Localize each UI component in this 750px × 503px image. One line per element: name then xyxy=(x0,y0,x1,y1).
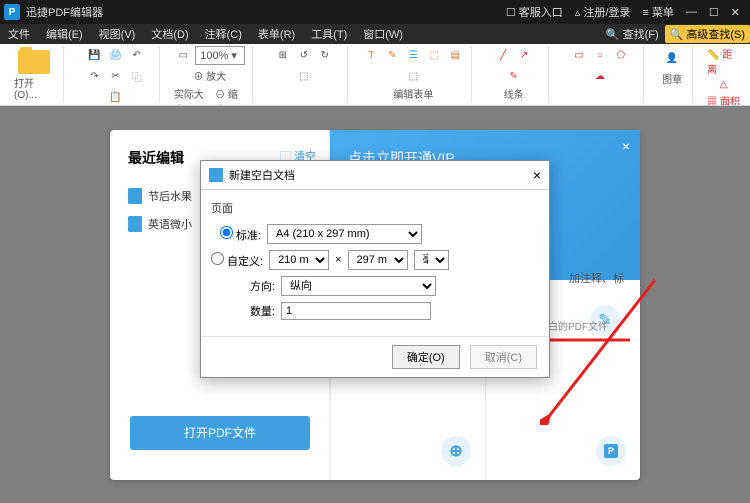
unit-select[interactable]: 毫米 xyxy=(414,250,449,270)
dialog-icon xyxy=(209,168,223,182)
times-label: × xyxy=(335,254,341,266)
ok-button[interactable]: 确定(O) xyxy=(392,345,460,369)
note-icon[interactable]: ▤ xyxy=(446,46,464,64)
custom-radio[interactable] xyxy=(211,252,224,265)
menu-tools[interactable]: 工具(T) xyxy=(303,26,355,42)
folder-icon xyxy=(18,50,50,74)
menu-window[interactable]: 窗口(W) xyxy=(355,26,411,42)
dialog-close-button[interactable]: × xyxy=(533,167,541,183)
highlight-icon[interactable]: ☰ xyxy=(404,46,422,64)
line-icon[interactable]: ╱ xyxy=(494,46,512,64)
arrow-icon[interactable]: ↗ xyxy=(515,46,533,64)
redo-icon[interactable]: ↷ xyxy=(86,67,104,85)
edit-icon[interactable]: ✎ xyxy=(383,46,401,64)
menubar: 文件 编辑(E) 视图(V) 文档(D) 注释(C) 表单(R) 工具(T) 窗… xyxy=(0,24,750,44)
cancel-button[interactable]: 取消(C) xyxy=(470,345,537,369)
quantity-label: 数量: xyxy=(211,303,275,319)
menu-edit[interactable]: 编辑(E) xyxy=(38,26,91,42)
ribbon-measure-group: 📏 距离 △ ▦ 面积 xyxy=(701,46,746,103)
app-logo-icon: P xyxy=(4,4,20,20)
ribbon-zoom-group: ▭100% ▾ ⊕ 放大 实际大小 ⊖ 缩小 xyxy=(168,46,253,103)
menu-file[interactable]: 文件 xyxy=(0,26,38,42)
ribbon-file-group: 💾 🖨 ↶ ↷ ✂ ⿻ 📋 xyxy=(72,46,160,103)
create-icon: P xyxy=(596,436,626,466)
ribbon-lines-group: ╱ ↗ ✎ 线条 xyxy=(480,46,549,103)
zoom-out-button[interactable]: ⊖ 缩小 xyxy=(215,86,245,106)
ribbon-open-group: 打开(O)... xyxy=(4,46,64,103)
open-pdf-button[interactable]: 打开PDF文件 xyxy=(130,416,310,450)
titlebar: P 迅捷PDF编辑器 ☐ 客服入口 ▵ 注册/登录 ≡ 菜单 — ☐ ✕ xyxy=(0,0,750,24)
maximize-button[interactable]: ☐ xyxy=(703,6,725,19)
file-icon xyxy=(128,188,142,204)
cut-icon[interactable]: ✂ xyxy=(107,67,125,85)
height-select[interactable]: 297 mm xyxy=(348,250,408,270)
area-button[interactable]: ▦ 面积 xyxy=(707,93,740,106)
menu-view[interactable]: 视图(V) xyxy=(91,26,144,42)
menu-comment[interactable]: 注释(C) xyxy=(197,26,250,42)
find-button[interactable]: 🔍 查找(F) xyxy=(600,25,665,43)
fit-icon[interactable]: ⬚ xyxy=(295,67,313,85)
zoom-in-button[interactable]: ⊕ 放大 xyxy=(193,68,226,83)
dialog-title-text: 新建空白文档 xyxy=(229,167,295,183)
standard-radio[interactable] xyxy=(220,226,233,239)
orientation-label: 方向: xyxy=(211,278,275,294)
ribbon-shapes-group: ▭ ○ ⬠ ☁ xyxy=(557,46,645,103)
quantity-input[interactable] xyxy=(281,302,431,320)
minimize-button[interactable]: — xyxy=(680,6,703,18)
dialog-titlebar: 新建空白文档 × xyxy=(201,161,549,190)
close-button[interactable]: ✕ xyxy=(725,6,746,19)
actual-size-button[interactable]: 实际大小 xyxy=(174,86,211,106)
ribbon-form-group: T ✎ ☰ ⬚ ▤ ⬚ 编辑表单 xyxy=(356,46,472,103)
menu-form[interactable]: 表单(R) xyxy=(250,26,303,42)
rotate-left-icon[interactable]: ↺ xyxy=(295,46,313,64)
paper-size-select[interactable]: A4 (210 x 297 mm) xyxy=(267,224,422,244)
ribbon-toolbar: 打开(O)... 💾 🖨 ↶ ↷ ✂ ⿻ 📋 ▭100% ▾ ⊕ 放大 实际 xyxy=(0,44,750,106)
orientation-select[interactable]: 纵向 xyxy=(281,276,436,296)
vip-close-icon[interactable]: × xyxy=(622,138,630,154)
app-title: 迅捷PDF编辑器 xyxy=(26,4,103,20)
save-icon[interactable]: 💾 xyxy=(86,46,104,64)
circle-icon[interactable]: ○ xyxy=(591,46,609,64)
textbox-icon[interactable]: ⬚ xyxy=(425,46,443,64)
ribbon-stamp-group: 👤 图章 xyxy=(652,46,693,103)
pencil-icon[interactable]: ✎ xyxy=(505,67,523,85)
file-icon xyxy=(128,216,142,232)
link-icon[interactable]: ⬚ xyxy=(404,67,422,85)
paste-icon[interactable]: 📋 xyxy=(107,88,125,106)
menu-button[interactable]: ≡ 菜单 xyxy=(636,4,679,20)
advanced-find-button[interactable]: 🔍 高级查找(S) xyxy=(665,25,750,43)
rect-icon[interactable]: ▭ xyxy=(570,46,588,64)
copy-icon[interactable]: ⿻ xyxy=(128,67,146,85)
distance-button[interactable]: 📏 距离 xyxy=(707,46,740,76)
cloud-icon[interactable]: ☁ xyxy=(591,67,609,85)
ribbon-layout-group: ⊞ ↺ ↻ ⬚ xyxy=(261,46,349,103)
page-section-label: 页面 xyxy=(211,200,539,216)
page-icon[interactable]: ▭ xyxy=(174,46,192,64)
perimeter-button[interactable]: △ xyxy=(720,79,728,90)
stamp-icon[interactable]: 👤 xyxy=(658,46,686,70)
new-blank-dialog: 新建空白文档 × 页面 标准: A4 (210 x 297 mm) 自定义: 2… xyxy=(200,160,550,378)
login-button[interactable]: ▵ 注册/登录 xyxy=(569,4,637,20)
print-icon[interactable]: 🖨 xyxy=(107,46,125,64)
merge-icon: ⊕ xyxy=(441,436,471,466)
undo-icon[interactable]: ↶ xyxy=(128,46,146,64)
grid-icon[interactable]: ⊞ xyxy=(274,46,292,64)
width-select[interactable]: 210 mm xyxy=(269,250,329,270)
menu-document[interactable]: 文档(D) xyxy=(143,26,196,42)
customer-service-button[interactable]: ☐ 客服入口 xyxy=(500,4,569,20)
open-button[interactable]: 打开(O)... xyxy=(10,46,57,105)
rotate-right-icon[interactable]: ↻ xyxy=(316,46,334,64)
poly-icon[interactable]: ⬠ xyxy=(612,46,630,64)
text-icon[interactable]: T xyxy=(362,46,380,64)
